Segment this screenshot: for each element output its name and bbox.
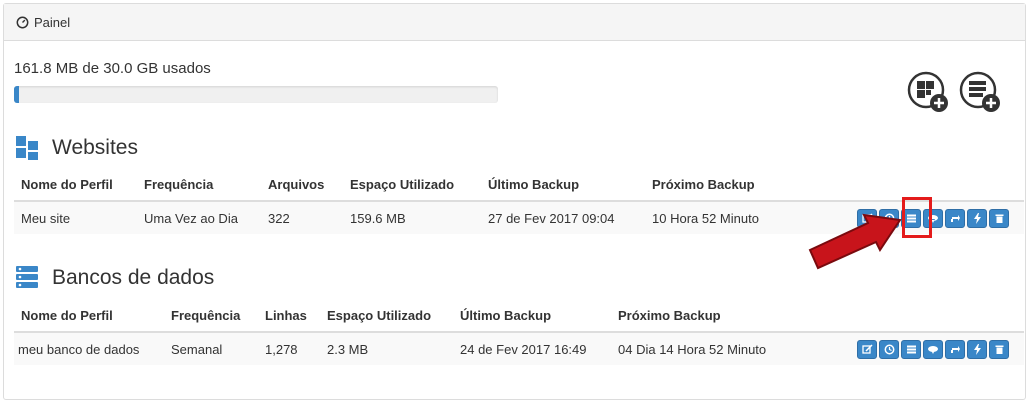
schedule-button[interactable] [879,339,899,359]
download-backup-button[interactable] [923,339,943,359]
col-space-used[interactable]: Espaço Utilizado [320,300,453,333]
row-actions [804,332,1024,365]
databases-table: Nome do Perfil Frequência Linhas Espaço … [14,300,1024,365]
space-used: 159.6 MB [343,201,481,234]
list-icon [906,345,916,353]
col-next-backup[interactable]: Próximo Backup [645,169,794,202]
col-rows[interactable]: Linhas [258,300,320,333]
delete-button[interactable] [989,208,1009,228]
col-last-backup[interactable]: Último Backup [481,169,645,202]
websites-section-title: Websites [14,134,138,162]
row-count: 1,278 [258,332,320,365]
col-space-used[interactable]: Espaço Utilizado [343,169,481,202]
databases-header-row: Nome do Perfil Frequência Linhas Espaço … [14,300,1024,333]
download-highlight-box [902,197,932,238]
storage-progress-fill [14,86,19,103]
profile-name: Meu site [14,201,137,234]
restore-button[interactable] [945,208,965,228]
col-frequency[interactable]: Frequência [137,169,261,202]
list-button[interactable] [901,339,921,359]
bolt-icon [973,212,981,224]
storage-usage-text: 161.8 MB de 30.0 GB usados [14,60,211,77]
col-frequency[interactable]: Frequência [164,300,258,333]
refresh-icon [950,214,960,222]
next-backup: 10 Hora 52 Minuto [645,201,794,234]
add-database-icon [959,71,1000,112]
add-website-icon [907,71,948,112]
col-next-backup[interactable]: Próximo Backup [611,300,805,333]
col-profile-name[interactable]: Nome do Perfil [14,169,137,202]
refresh-icon [950,345,960,353]
trash-icon [995,214,1003,223]
add-database-button[interactable] [958,70,1002,114]
panel-title: Painel [34,14,71,30]
edit-button[interactable] [857,339,877,359]
space-used: 2.3 MB [320,332,453,365]
next-backup: 04 Dia 14 Hora 52 Minuto [611,332,805,365]
websites-header-row: Nome do Perfil Frequência Arquivos Espaç… [14,169,1024,202]
annotation-arrow-icon [808,213,902,270]
frequency: Semanal [164,332,258,365]
panel-heading: Painel [4,4,1025,41]
col-last-backup[interactable]: Último Backup [453,300,611,333]
websites-icon [16,136,38,160]
clock-icon [884,344,894,354]
last-backup: 24 de Fev 2017 16:49 [453,332,611,365]
databases-section-title: Bancos de dados [14,264,214,292]
run-now-button[interactable] [967,208,987,228]
add-website-button[interactable] [906,70,950,114]
frequency: Uma Vez ao Dia [137,201,261,234]
delete-button[interactable] [989,339,1009,359]
run-now-button[interactable] [967,339,987,359]
restore-button[interactable] [945,339,965,359]
last-backup: 27 de Fev 2017 09:04 [481,201,645,234]
col-actions [804,300,1024,333]
bolt-icon [973,343,981,355]
trash-icon [995,345,1003,354]
col-profile-name[interactable]: Nome do Perfil [14,300,164,333]
table-row: meu banco de dados Semanal 1,278 2.3 MB … [14,332,1024,365]
edit-icon [861,343,873,354]
file-count: 322 [261,201,343,234]
websites-title: Websites [52,136,138,159]
databases-icon [16,266,38,288]
storage-progress-bar [14,86,498,103]
cloud-download-icon [928,345,938,354]
dashboard-icon [16,16,29,28]
profile-name: meu banco de dados [14,332,164,365]
databases-title: Bancos de dados [52,266,215,289]
col-files[interactable]: Arquivos [261,169,343,202]
